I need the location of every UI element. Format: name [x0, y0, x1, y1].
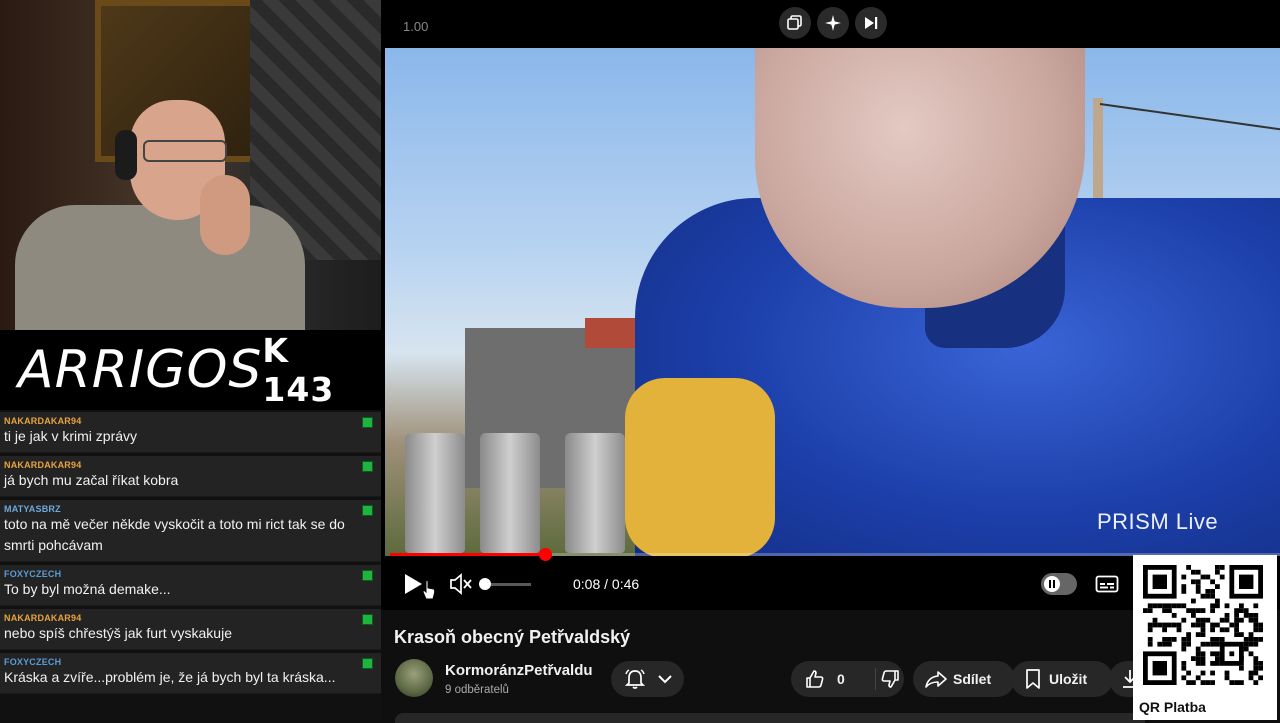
chat-text: ti je jak v krimi zprávy: [4, 428, 138, 444]
save-label: Uložit: [1049, 671, 1088, 687]
video-player[interactable]: 1.00 PRISM Live 0:08 / 0:46: [381, 0, 1280, 610]
autoplay-toggle[interactable]: [1041, 573, 1077, 595]
stream-logo: ARRIGOS: [18, 340, 263, 400]
progress-fill: [390, 553, 545, 556]
share-label: Sdílet: [953, 671, 992, 687]
chat-message: FOXYCZECH To by byl možná demake...: [0, 565, 381, 606]
chat-message: NAKARDAKAR94 ti je jak v krimi zprávy: [0, 412, 381, 453]
chat-text: toto na mě večer někde vyskočit a toto m…: [4, 516, 345, 553]
thumbs-down-icon: [880, 669, 900, 689]
badge-icon: [362, 505, 373, 516]
skip-next-icon[interactable]: [855, 7, 887, 39]
chat-message: FOXYCZECH Kráska a zvíře...problém je, ž…: [0, 653, 381, 694]
description-box-edge: [395, 713, 1145, 723]
badge-icon: [362, 614, 373, 625]
chat-text: já bych mu začal říkat kobra: [4, 472, 179, 488]
share-icon: [925, 670, 947, 688]
chat-username: FOXYCZECH: [4, 569, 62, 579]
channel-avatar[interactable]: [395, 659, 433, 697]
chat-message: NAKARDAKAR94 nebo spíš chřestýš jak furt…: [0, 609, 381, 650]
chat-message: NAKARDAKAR94 já bych mu začal říkat kobr…: [0, 456, 381, 497]
chevron-down-icon: [657, 674, 672, 684]
bookmark-icon: [1025, 669, 1041, 689]
copy-icon[interactable]: [779, 7, 811, 39]
volume-slider[interactable]: [479, 578, 531, 590]
qr-code-icon: [1143, 565, 1263, 685]
chat-message: MATYASBRZ toto na mě večer někde vyskoči…: [0, 500, 381, 562]
streamer: [15, 90, 305, 330]
mute-icon[interactable]: [449, 572, 473, 596]
volume-knob[interactable]: [479, 578, 491, 590]
playback-speed: 1.00: [403, 19, 429, 34]
badge-icon: [362, 658, 373, 669]
video-title: Krasoň obecný Petřvaldský: [394, 627, 631, 647]
qr-payment-box: QR Platba: [1133, 555, 1277, 720]
stream-overlay-panel: ARRIGOS K 143 NAKARDAKAR94 ti je jak v k…: [0, 0, 381, 720]
badge-icon: [362, 570, 373, 581]
prism-watermark: PRISM Live: [1097, 509, 1219, 534]
chat-username: FOXYCZECH: [4, 657, 62, 667]
cursor-pointer-icon: [421, 580, 437, 600]
stream-logo-bar: ARRIGOS K 143: [0, 330, 381, 410]
autoplay-pause-icon: [1044, 576, 1060, 592]
chat-username: NAKARDAKAR94: [4, 613, 82, 623]
progress-knob[interactable]: [538, 548, 552, 561]
dislike-button[interactable]: [876, 669, 904, 689]
save-button[interactable]: Uložit: [1011, 661, 1113, 697]
subscriber-count: 9 odběratelů: [445, 684, 509, 696]
like-button[interactable]: 0: [791, 668, 876, 690]
thumbs-up-icon: [805, 669, 825, 689]
sparkle-icon[interactable]: [817, 7, 849, 39]
webcam-feed: [0, 0, 381, 330]
qr-label: QR Platba: [1139, 699, 1206, 715]
stream-code: K 143: [262, 331, 335, 409]
share-button[interactable]: Sdílet: [913, 661, 1015, 697]
chat-username: MATYASBRZ: [4, 504, 61, 514]
chat-username: NAKARDAKAR94: [4, 416, 82, 426]
time-display: 0:08 / 0:46: [573, 576, 640, 592]
video-frame[interactable]: PRISM Live: [385, 48, 1280, 556]
chat-text: To by byl možná demake...: [4, 581, 171, 597]
like-count: 0: [837, 671, 845, 687]
notification-button[interactable]: [611, 661, 684, 697]
badge-icon: [362, 461, 373, 472]
chat-username: NAKARDAKAR94: [4, 460, 82, 470]
chat-text: Kráska a zvíře...problém je, že já bych …: [4, 669, 336, 685]
captions-icon[interactable]: [1095, 572, 1119, 596]
player-top-buttons: [779, 7, 887, 39]
badge-icon: [362, 417, 373, 428]
bell-icon: [624, 668, 646, 690]
like-dislike-group: 0: [791, 661, 904, 697]
chat-text: nebo spíš chřestýš jak furt vyskakuje: [4, 625, 232, 641]
channel-name[interactable]: KormoránzPetřvaldu: [445, 662, 593, 679]
chat-list: NAKARDAKAR94 ti je jak v krimi zprávy NA…: [0, 412, 381, 697]
